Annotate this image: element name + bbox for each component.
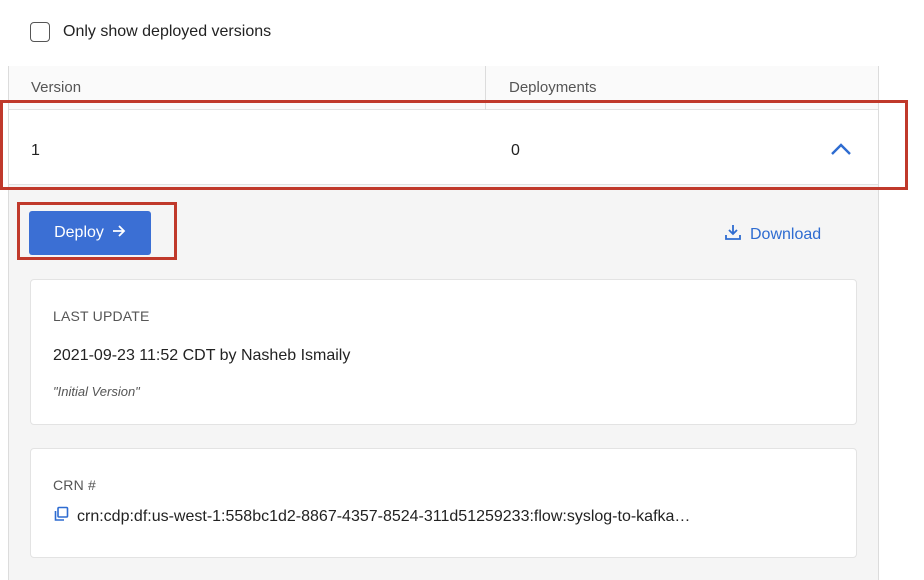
filter-label[interactable]: Only show deployed versions xyxy=(63,23,271,41)
arrow-right-icon xyxy=(112,224,126,242)
table-header: Version Deployments xyxy=(9,66,878,110)
column-header-version: Version xyxy=(31,79,82,96)
table-row[interactable]: 1 0 xyxy=(9,110,878,185)
version-cell: 1 xyxy=(31,142,40,159)
deployments-cell: 0 xyxy=(511,142,520,159)
deploy-button-label: Deploy xyxy=(54,224,104,241)
download-link[interactable]: Download xyxy=(724,223,821,246)
crn-value: crn:cdp:df:us-west-1:558bc1d2-8867-4357-… xyxy=(77,507,691,525)
last-update-label: LAST UPDATE xyxy=(53,308,150,324)
crn-row: crn:cdp:df:us-west-1:558bc1d2-8867-4357-… xyxy=(53,506,690,527)
last-update-card: LAST UPDATE 2021-09-23 11:52 CDT by Nash… xyxy=(30,279,857,425)
download-label: Download xyxy=(750,225,822,243)
deployed-only-checkbox[interactable] xyxy=(30,22,50,42)
filter-row: Only show deployed versions xyxy=(30,22,271,42)
column-header-deployments: Deployments xyxy=(509,79,597,96)
version-comment: "Initial Version" xyxy=(53,384,140,399)
column-divider xyxy=(485,66,486,110)
copy-icon[interactable] xyxy=(53,506,69,527)
last-update-text: 2021-09-23 11:52 CDT by Nasheb Ismaily xyxy=(53,347,351,364)
download-icon xyxy=(724,223,742,246)
chevron-up-icon[interactable] xyxy=(823,134,859,164)
crn-label: CRN # xyxy=(53,477,97,493)
crn-card: CRN # crn:cdp:df:us-west-1:558bc1d2-8867… xyxy=(30,448,857,558)
deploy-button[interactable]: Deploy xyxy=(29,211,151,255)
